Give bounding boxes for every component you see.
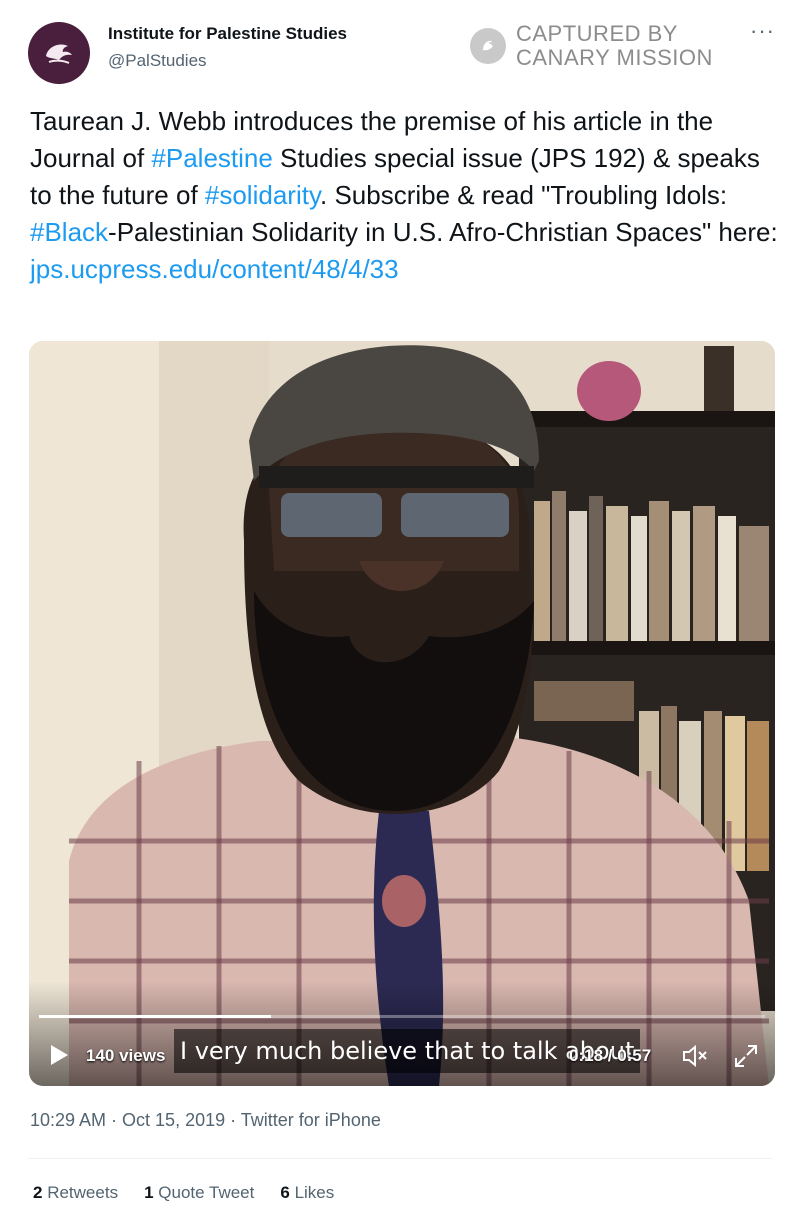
video-progress-fill (39, 1015, 272, 1018)
hashtag-palestine-link[interactable]: #Palestine (151, 143, 272, 173)
video-progress-bar[interactable] (39, 1015, 765, 1018)
likes-label: Likes (294, 1183, 335, 1202)
article-url-link[interactable]: jps.ucpress.edu/content/48/4/33 (30, 254, 399, 284)
tweet-text: Taurean J. Webb introduces the premise o… (30, 103, 780, 288)
video-player[interactable]: 140 views I very much believe that to ta… (29, 341, 775, 1086)
likes-stat[interactable]: 6 Likes (280, 1183, 334, 1203)
play-icon[interactable] (51, 1045, 68, 1065)
watermark-line1: CAPTURED BY (516, 21, 678, 46)
video-time: 0:18 / 0:57 (569, 1046, 652, 1065)
quotes-label: Quote Tweet (158, 1183, 255, 1202)
avatar[interactable] (28, 22, 90, 84)
quotes-count: 1 (144, 1183, 154, 1202)
tweet-segment: -Palestinian Solidarity in U.S. Afro-Chr… (108, 217, 778, 247)
author-handle[interactable]: @PalStudies (108, 51, 207, 71)
tweet-meta[interactable]: 10:29 AM · Oct 15, 2019 · Twitter for iP… (30, 1110, 381, 1131)
view-count: 140 views (86, 1046, 166, 1065)
watermark-line2: CANARY MISSION (516, 45, 713, 70)
video-frame (29, 341, 775, 1086)
retweets-label: Retweets (47, 1183, 119, 1202)
hashtag-solidarity-link[interactable]: #solidarity (205, 180, 320, 210)
hashtag-black-link[interactable]: #Black (30, 217, 108, 247)
retweets-stat[interactable]: 2 Retweets (33, 1183, 118, 1203)
watermark: CAPTURED BY CANARY MISSION (470, 22, 713, 70)
mute-icon[interactable] (681, 1043, 709, 1069)
likes-count: 6 (280, 1183, 290, 1202)
tweet-stats: 2 Retweets 1 Quote Tweet 6 Likes (33, 1183, 334, 1203)
watermark-text: CAPTURED BY CANARY MISSION (516, 22, 713, 70)
fullscreen-icon[interactable] (733, 1043, 759, 1069)
quotes-stat[interactable]: 1 Quote Tweet (144, 1183, 254, 1203)
more-options-icon[interactable]: ··· (750, 18, 775, 44)
canary-bird-icon (470, 28, 506, 64)
divider (28, 1158, 772, 1159)
institute-logo-icon (46, 44, 72, 64)
retweets-count: 2 (33, 1183, 43, 1202)
author-name[interactable]: Institute for Palestine Studies (108, 24, 347, 44)
tweet-segment: . Subscribe & read "Troubling Idols: (320, 180, 728, 210)
